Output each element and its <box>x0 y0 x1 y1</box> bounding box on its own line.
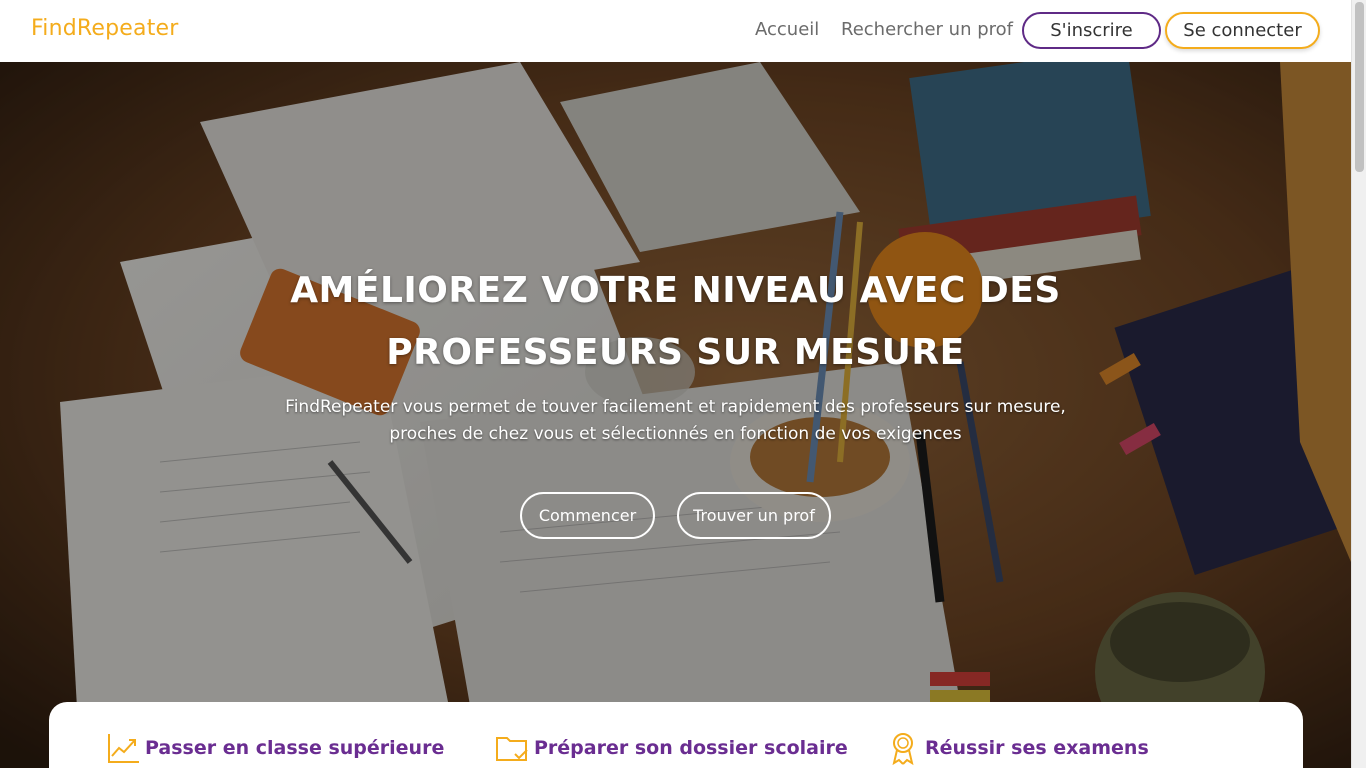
feature-label: Préparer son dossier scolaire <box>534 737 848 759</box>
page: FindRepeater Accueil Rechercher un prof … <box>0 0 1366 768</box>
hero-title-line2: PROFESSEURS SUR MESURE <box>386 332 965 373</box>
nav-link-search-teacher[interactable]: Rechercher un prof <box>841 19 1013 40</box>
hero-title-line1: AMÉLIOREZ VOTRE NIVEAU AVEC DES <box>290 270 1061 311</box>
award-medal-icon <box>892 733 914 766</box>
signup-button[interactable]: S'inscrire <box>1022 12 1161 49</box>
navbar: FindRepeater Accueil Rechercher un prof … <box>0 0 1351 62</box>
feature-item-school-file: Préparer son dossier scolaire <box>494 730 848 766</box>
start-button[interactable]: Commencer <box>520 492 655 539</box>
features-card: Passer en classe supérieure Préparer son… <box>49 702 1303 768</box>
folder-check-icon <box>496 737 528 761</box>
scrollbar-thumb[interactable] <box>1355 2 1364 172</box>
login-button[interactable]: Se connecter <box>1165 12 1320 49</box>
feature-label: Passer en classe supérieure <box>145 737 445 759</box>
hero-subtitle-line2: proches de chez vous et sélectionnés en … <box>389 424 962 444</box>
feature-item-exams: Réussir ses examens <box>885 730 1149 766</box>
chart-line-up-icon <box>108 734 139 763</box>
page-scrollbar[interactable] <box>1351 0 1366 768</box>
nav-link-home[interactable]: Accueil <box>755 19 819 40</box>
find-teacher-button[interactable]: Trouver un prof <box>677 492 831 539</box>
hero-title: AMÉLIOREZ VOTRE NIVEAU AVEC DES PROFESSE… <box>200 260 1151 384</box>
feature-item-next-class: Passer en classe supérieure <box>105 730 444 766</box>
hero-subtitle: FindRepeater vous permet de touver facil… <box>225 394 1126 448</box>
hero-section: AMÉLIOREZ VOTRE NIVEAU AVEC DES PROFESSE… <box>0 62 1351 768</box>
hero-subtitle-line1: FindRepeater vous permet de touver facil… <box>285 397 1066 417</box>
feature-label: Réussir ses examens <box>925 737 1149 759</box>
brand-logo[interactable]: FindRepeater <box>31 16 179 41</box>
